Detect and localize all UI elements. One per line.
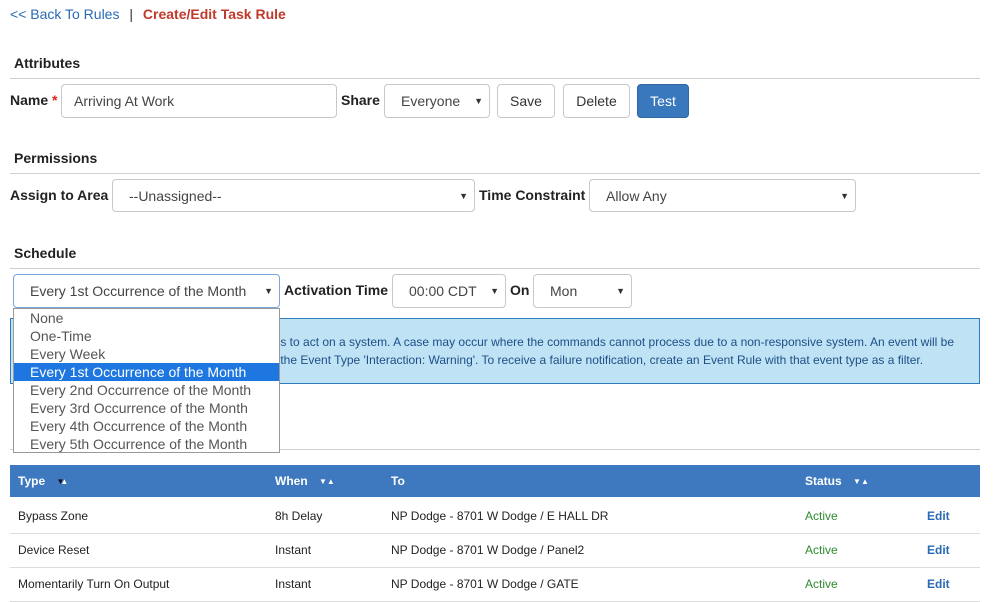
time-constraint-value: Allow Any [606, 187, 667, 204]
chevron-down-icon: ▼ [616, 286, 625, 296]
chevron-down-icon: ▼ [840, 190, 849, 201]
dropdown-option[interactable]: Every 3rd Occurrence of the Month [14, 399, 279, 417]
edit-link[interactable]: Edit [927, 567, 950, 601]
cell-when: Instant [275, 543, 312, 557]
table-row: Bypass Zone 8h Delay NP Dodge - 8701 W D… [10, 499, 980, 534]
sort-icon: ▼▲ [853, 476, 869, 486]
breadcrumb-current: Create/Edit Task Rule [142, 6, 286, 22]
info-notice-line-2: th the Event Type 'Interaction: Warning'… [267, 353, 924, 367]
name-label-text: Name [10, 92, 49, 108]
dropdown-option[interactable]: Every 4th Occurrence of the Month [14, 417, 279, 435]
save-button[interactable]: Save [497, 84, 555, 118]
table-header: Type ▼▲ When ▼▲ To Status ▼▲ [10, 465, 980, 497]
assign-area-label: Assign to Area [10, 187, 109, 203]
table-row: Momentarily Turn On Output Instant NP Do… [10, 567, 980, 602]
share-select[interactable]: Everyone ▼ [384, 84, 490, 118]
sort-icon: ▼▲ [56, 476, 69, 486]
cell-type: Bypass Zone [18, 509, 89, 523]
edit-link[interactable]: Edit [927, 499, 950, 533]
chevron-down-icon: ▼ [459, 190, 468, 201]
column-header-type-label: Type [18, 474, 46, 488]
schedule-divider [10, 268, 980, 269]
dropdown-option[interactable]: None [14, 309, 279, 327]
cell-when: Instant [275, 577, 312, 591]
share-select-value: Everyone [401, 93, 461, 109]
day-select-value: Mon [550, 283, 578, 299]
day-select[interactable]: Mon ▼ [533, 274, 632, 308]
cell-to: NP Dodge - 8701 W Dodge / E HALL DR [391, 509, 609, 523]
column-header-when-label: When [275, 474, 308, 488]
required-mark: * [52, 92, 58, 108]
breadcrumb-separator: | [129, 6, 134, 22]
cell-when: 8h Delay [275, 509, 323, 523]
cell-type: Device Reset [18, 543, 90, 557]
activation-time-select[interactable]: 00:00 CDT ▼ [392, 274, 506, 308]
dropdown-option[interactable]: Every Week [14, 345, 279, 363]
on-label: On [510, 282, 530, 298]
time-constraint-label: Time Constraint [479, 187, 586, 203]
chevron-down-icon: ▼ [474, 96, 483, 106]
cell-status: Active [805, 509, 838, 523]
chevron-down-icon: ▼ [264, 286, 273, 296]
table-row: Device Reset Instant NP Dodge - 8701 W D… [10, 533, 980, 568]
cell-to: NP Dodge - 8701 W Dodge / GATE [391, 577, 579, 591]
schedule-frequency-dropdown: None One-Time Every Week Every 1st Occur… [13, 308, 280, 453]
attributes-divider [10, 78, 980, 79]
column-header-to-label: To [391, 474, 405, 488]
schedule-frequency-select[interactable]: Every 1st Occurrence of the Month ▼ [13, 274, 280, 308]
time-constraint-select[interactable]: Allow Any ▼ [589, 179, 856, 212]
permissions-divider [10, 173, 980, 174]
breadcrumb: << Back To Rules | Create/Edit Task Rule [10, 5, 286, 23]
schedule-frequency-value: Every 1st Occurrence of the Month [30, 283, 247, 299]
permissions-title: Permissions [14, 150, 98, 166]
cell-to: NP Dodge - 8701 W Dodge / Panel2 [391, 543, 585, 557]
column-header-status[interactable]: Status ▼▲ [805, 465, 869, 497]
chevron-down-icon: ▼ [490, 286, 499, 296]
cell-type: Momentarily Turn On Output [18, 577, 170, 591]
edit-link[interactable]: Edit [927, 533, 950, 567]
activation-time-value: 00:00 CDT [409, 283, 477, 299]
info-notice-line-1: nds to act on a system. A case may occur… [267, 335, 955, 349]
dropdown-option-selected[interactable]: Every 1st Occurrence of the Month [14, 363, 279, 381]
column-header-status-label: Status [805, 474, 842, 488]
name-label: Name * [10, 92, 57, 108]
dropdown-option[interactable]: Every 5th Occurrence of the Month [14, 435, 279, 453]
cell-status: Active [805, 543, 838, 557]
name-input[interactable]: Arriving At Work [61, 84, 337, 118]
test-button[interactable]: Test [637, 84, 689, 118]
dropdown-option[interactable]: Every 2nd Occurrence of the Month [14, 381, 279, 399]
assign-area-value: --Unassigned-- [129, 187, 222, 204]
column-header-to[interactable]: To [391, 465, 405, 497]
activation-time-label: Activation Time [284, 282, 388, 298]
sort-icon: ▼▲ [319, 476, 335, 486]
schedule-title: Schedule [14, 245, 77, 261]
back-to-rules-link[interactable]: << Back To Rules [10, 6, 119, 22]
attributes-title: Attributes [14, 55, 81, 71]
delete-button[interactable]: Delete [563, 84, 630, 118]
cell-status: Active [805, 577, 838, 591]
column-header-when[interactable]: When ▼▲ [275, 465, 335, 497]
dropdown-option[interactable]: One-Time [14, 327, 279, 345]
column-header-type[interactable]: Type ▼▲ [18, 465, 68, 497]
share-label: Share [341, 92, 380, 108]
assign-area-select[interactable]: --Unassigned-- ▼ [112, 179, 475, 212]
